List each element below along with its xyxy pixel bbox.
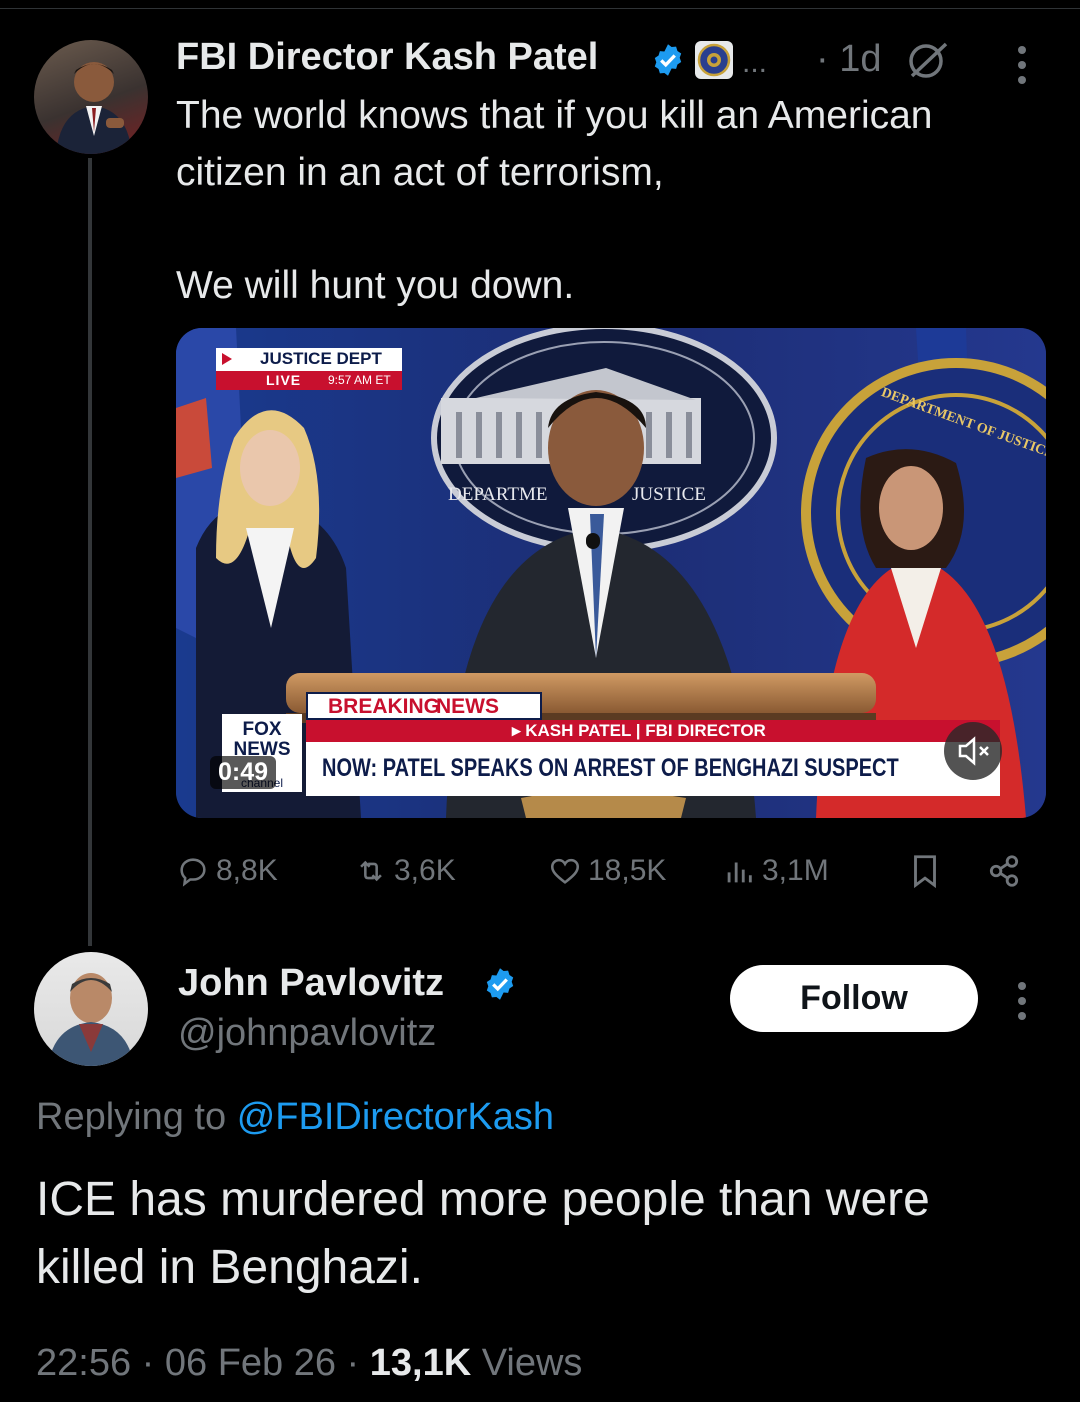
- reply-views-count: 13,1K: [369, 1342, 472, 1384]
- replying-handle-link[interactable]: @FBIDirectorKash: [237, 1096, 554, 1138]
- reply-action[interactable]: 8,8K: [176, 846, 278, 896]
- reply-author-handle[interactable]: @johnpavlovitz: [178, 1012, 436, 1055]
- breaking-label: BREAKING: [328, 695, 441, 718]
- justice-dept-label: JUSTICE DEPT: [260, 349, 382, 368]
- reply-meta: 22:56 · 06 Feb 26 · 13,1K Views: [36, 1342, 582, 1385]
- live-time: 9:57 AM ET: [328, 373, 391, 387]
- replying-to: Replying to @FBIDirectorKash: [36, 1096, 554, 1139]
- reply-timestamp[interactable]: 22:56 · 06 Feb 26 ·: [36, 1342, 359, 1384]
- speaker-line: ▸ KASH PATEL | FBI DIRECTOR: [512, 721, 766, 740]
- like-count: 18,5K: [588, 854, 667, 887]
- grok-icon[interactable]: [904, 40, 950, 80]
- tweet-time[interactable]: · 1d: [816, 38, 881, 81]
- reply-author-name[interactable]: John Pavlovitz: [178, 962, 444, 1005]
- bookmark-icon[interactable]: [906, 852, 944, 890]
- author-avatar[interactable]: [34, 40, 148, 154]
- speaker-bar: ▸ KASH PATEL | FBI DIRECTOR: [306, 720, 1000, 742]
- reply-verified-badge-icon: [486, 968, 514, 1000]
- reply-author-avatar[interactable]: [34, 952, 148, 1066]
- video-player[interactable]: JUSTICE DEPT LIVE 9:57 AM ET DEPARTME JU…: [176, 328, 1046, 818]
- views-count: 3,1M: [762, 854, 829, 887]
- reply-views-label: Views: [481, 1342, 583, 1384]
- follow-button[interactable]: Follow: [730, 965, 978, 1032]
- replying-prefix: Replying to: [36, 1096, 227, 1138]
- reply-avatar-portrait: [48, 973, 134, 1066]
- seal-text-right: JUSTICE: [632, 484, 706, 505]
- live-strip: LIVE 9:57 AM ET: [216, 371, 402, 390]
- reply-count: 8,8K: [216, 854, 278, 887]
- reply-icon: [180, 858, 206, 887]
- analytics-icon: [727, 862, 752, 883]
- tweet-more-options-icon[interactable]: [1018, 46, 1028, 91]
- headline-bar: NOW: PATEL SPEAKS ON ARREST OF BENGHAZI …: [306, 742, 1000, 796]
- news-label: NEWS: [436, 695, 499, 718]
- live-label: LIVE: [266, 372, 302, 388]
- author-name[interactable]: FBI Director Kash Patel: [176, 36, 598, 79]
- fbi-affiliate-badge-icon[interactable]: [694, 40, 734, 80]
- breaking-news-bar: BREAKING NEWS: [306, 692, 542, 720]
- video-duration: 0:49: [210, 756, 277, 789]
- reply-more-options-icon[interactable]: [1018, 982, 1028, 1027]
- verified-badge-icon: [654, 44, 682, 76]
- mute-button[interactable]: [944, 722, 1002, 780]
- tweet-text-line-3: We will hunt you down.: [176, 264, 575, 307]
- tweet-text-line-1: The world knows that if you kill an Amer…: [176, 94, 933, 137]
- heart-icon: [550, 858, 580, 884]
- like-action[interactable]: 18,5K: [548, 846, 666, 896]
- reply-text-line-2: killed in Benghazi.: [36, 1241, 423, 1294]
- repost-action[interactable]: 3,6K: [354, 846, 456, 896]
- reply-text-line-1: ICE has murdered more people than were: [36, 1173, 930, 1226]
- avatar-portrait: [56, 62, 132, 154]
- seal-text-left: DEPARTME: [448, 484, 548, 505]
- tweet-text-line-2: citizen in an act of terrorism,: [176, 151, 664, 194]
- repost-count: 3,6K: [394, 854, 456, 887]
- views-action[interactable]: 3,1M: [722, 846, 829, 896]
- thread-connector: [88, 158, 92, 946]
- network-logo-text: FOX NEWS: [233, 719, 291, 760]
- share-icon[interactable]: [984, 852, 1024, 890]
- top-divider: [0, 8, 1080, 9]
- repost-icon: [360, 860, 382, 882]
- speaker-muted-icon: [958, 736, 989, 766]
- headline: NOW: PATEL SPEAKS ON ARREST OF BENGHAZI …: [322, 754, 899, 782]
- live-tag-arrow-icon: [222, 353, 232, 365]
- more-ellipsis: ...: [742, 46, 768, 79]
- live-tag: JUSTICE DEPT LIVE 9:57 AM ET: [216, 348, 402, 390]
